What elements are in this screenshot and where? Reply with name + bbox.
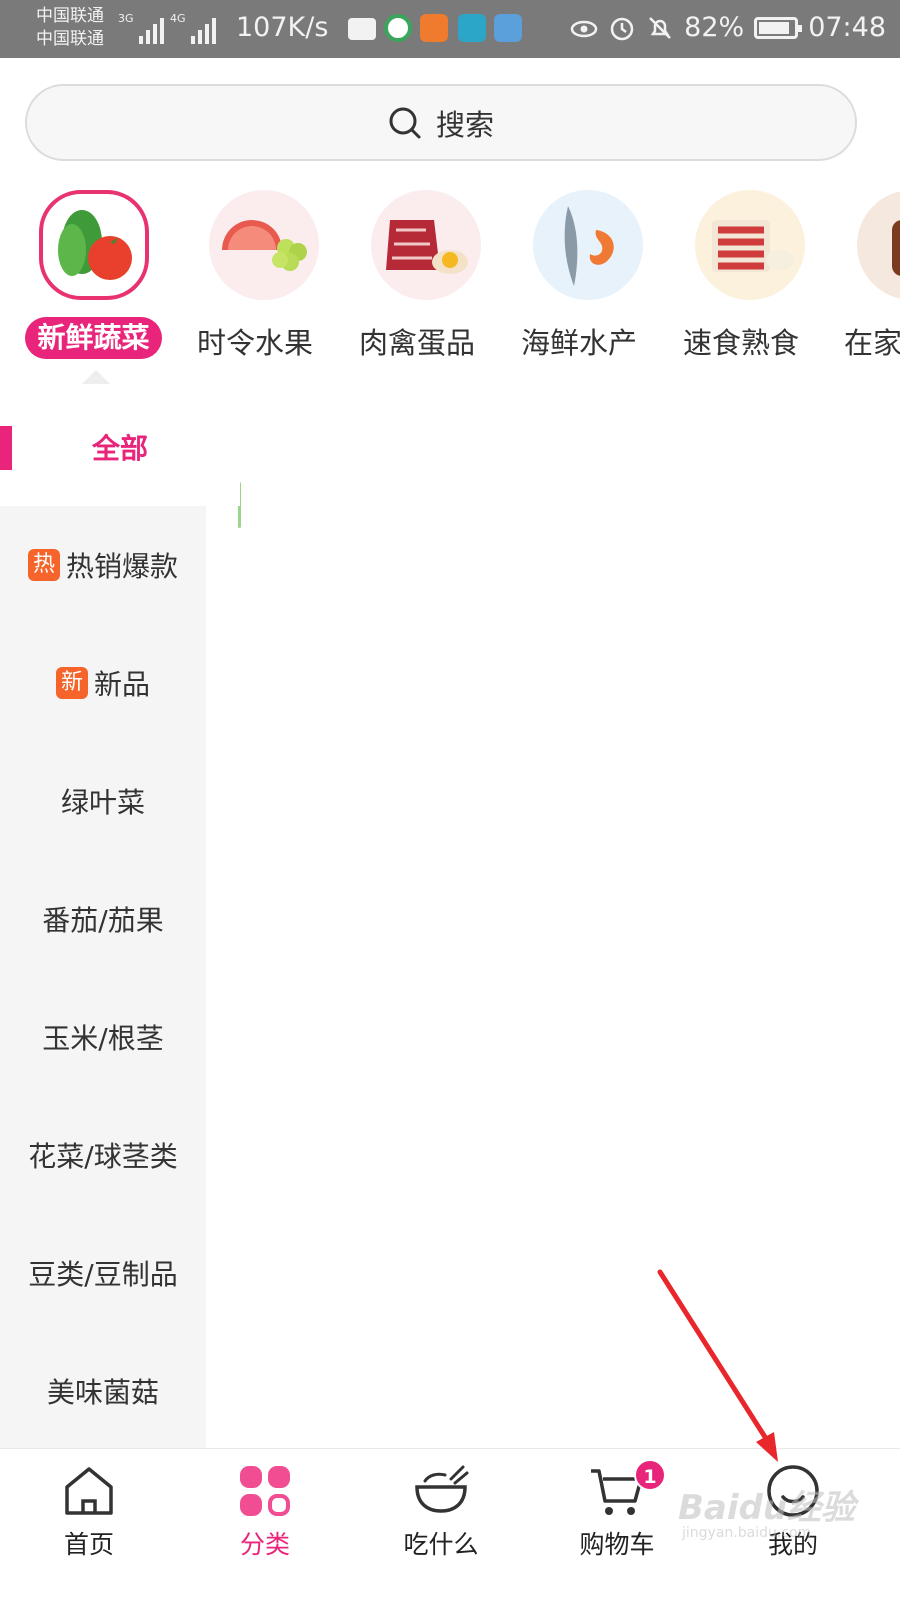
mute-icon bbox=[649, 16, 672, 39]
sidebar-item-mushrooms[interactable]: 美味菌菇 bbox=[0, 1332, 206, 1450]
sidebar-item-all[interactable]: 全部 bbox=[0, 388, 240, 506]
category-label: 时令水果 bbox=[196, 326, 313, 360]
new-tag: 新 bbox=[55, 667, 88, 699]
search-label: 搜索 bbox=[435, 107, 494, 142]
category-label: 肉禽蛋品 bbox=[358, 326, 475, 360]
vegetables-image bbox=[39, 190, 149, 300]
tab-what-to-eat[interactable]: 吃什么 bbox=[366, 1449, 516, 1600]
eye-icon bbox=[570, 20, 598, 37]
carrier-1: 中国联通 bbox=[36, 6, 104, 26]
sidebar-item-corn-roots[interactable]: 玉米/根茎 bbox=[0, 978, 206, 1096]
tab-category[interactable]: 分类 bbox=[190, 1449, 340, 1600]
sidebar-item-new[interactable]: 新 新品 bbox=[0, 624, 206, 742]
sidebar-item-label: 番茄/茄果 bbox=[42, 904, 164, 937]
battery-percent: 82% bbox=[684, 12, 745, 43]
signal-4g-icon: 4G bbox=[170, 12, 216, 44]
selected-pointer bbox=[82, 370, 110, 384]
category-meat-eggs[interactable]: 肉禽蛋品 bbox=[336, 180, 498, 388]
category-ready-meals[interactable]: 速食熟食 bbox=[660, 180, 822, 388]
product-list-area bbox=[206, 388, 900, 1448]
signal-3g-icon: 3G bbox=[118, 12, 164, 44]
sidebar-item-hot-sellers[interactable]: 热 热销爆款 bbox=[0, 506, 206, 624]
clock: 07:48 bbox=[808, 12, 886, 43]
home-icon bbox=[65, 1467, 113, 1515]
hot-tag: 热 bbox=[27, 549, 60, 581]
tab-cart[interactable]: 1 购物车 bbox=[542, 1449, 692, 1600]
status-bar: 中国联通 中国联通 3G 4G 107K/s 82% 07:48 bbox=[0, 0, 900, 58]
video-app-icon bbox=[420, 14, 448, 42]
seafood-image bbox=[533, 190, 643, 300]
sidebar-item-label: 玉米/根茎 bbox=[42, 1022, 164, 1055]
app-icon bbox=[384, 14, 412, 42]
sidebar-item-label: 热销爆款 bbox=[65, 550, 178, 583]
fruits-image bbox=[209, 190, 319, 300]
network-speed: 107K/s bbox=[236, 12, 329, 43]
book-app-icon bbox=[458, 14, 486, 42]
sidebar-item-label: 绿叶菜 bbox=[60, 786, 145, 819]
sidebar-item-label: 豆类/豆制品 bbox=[28, 1258, 178, 1291]
active-indicator bbox=[0, 426, 12, 470]
battery-icon bbox=[754, 16, 803, 39]
tab-label: 分类 bbox=[239, 1530, 290, 1559]
sidebar-item-beans-tofu[interactable]: 豆类/豆制品 bbox=[0, 1214, 206, 1332]
ready-meals-image bbox=[695, 190, 805, 300]
briefcase-icon bbox=[348, 18, 376, 40]
category-label: 新鲜蔬菜 bbox=[25, 317, 162, 359]
subcategory-sidebar: 全部 热 热销爆款 新 新品 绿叶菜 番茄/茄果 玉米/根茎 花菜/球茎类 豆类… bbox=[0, 388, 240, 1450]
tab-label: 首页 bbox=[63, 1530, 114, 1559]
carrier-labels: 中国联通 中国联通 bbox=[36, 5, 104, 51]
browser-app-icon bbox=[494, 14, 522, 42]
tab-label: 吃什么 bbox=[403, 1530, 479, 1559]
category-carousel: 新鲜蔬菜 时令水果 肉禽蛋品 海鲜水产 速食熟食 在家 bbox=[0, 180, 900, 388]
sidebar-item-cauliflower-bulbs[interactable]: 花菜/球茎类 bbox=[0, 1096, 206, 1214]
status-right: 82% 07:48 bbox=[570, 12, 886, 43]
sidebar-item-tomato-eggplant[interactable]: 番茄/茄果 bbox=[0, 860, 206, 978]
baidu-watermark: Baidu经验 jingyan.baidu.com bbox=[678, 1488, 856, 1541]
tab-home[interactable]: 首页 bbox=[14, 1449, 164, 1600]
meat-image bbox=[371, 190, 481, 300]
bowl-icon bbox=[415, 1465, 469, 1513]
category-label: 速食熟食 bbox=[682, 326, 799, 360]
sidebar-item-label: 全部 bbox=[91, 432, 148, 465]
category-seafood[interactable]: 海鲜水产 bbox=[498, 180, 660, 388]
cart-badge: 1 bbox=[634, 1459, 666, 1491]
search-bar[interactable]: 搜索 bbox=[25, 84, 857, 161]
category-seasonal-fruits[interactable]: 时令水果 bbox=[174, 180, 336, 388]
alarm-icon bbox=[610, 17, 634, 40]
carrier-2: 中国联通 bbox=[36, 29, 104, 49]
search-section: 搜索 bbox=[0, 58, 900, 180]
sidebar-item-label: 新品 bbox=[93, 668, 150, 701]
category-label: 海鲜水产 bbox=[520, 326, 637, 360]
sidebar-item-leafy-greens[interactable]: 绿叶菜 bbox=[0, 742, 206, 860]
category-icon bbox=[240, 1466, 290, 1516]
category-label: 在家 bbox=[844, 326, 900, 360]
sidebar-item-label: 花菜/球茎类 bbox=[28, 1140, 178, 1173]
category-at-home[interactable]: 在家 bbox=[822, 180, 900, 388]
sidebar-item-label: 美味菌菇 bbox=[46, 1376, 159, 1409]
tab-label: 购物车 bbox=[579, 1530, 655, 1559]
category-fresh-vegetables[interactable]: 新鲜蔬菜 bbox=[0, 180, 162, 388]
at-home-image bbox=[857, 190, 900, 300]
search-icon bbox=[389, 107, 421, 138]
